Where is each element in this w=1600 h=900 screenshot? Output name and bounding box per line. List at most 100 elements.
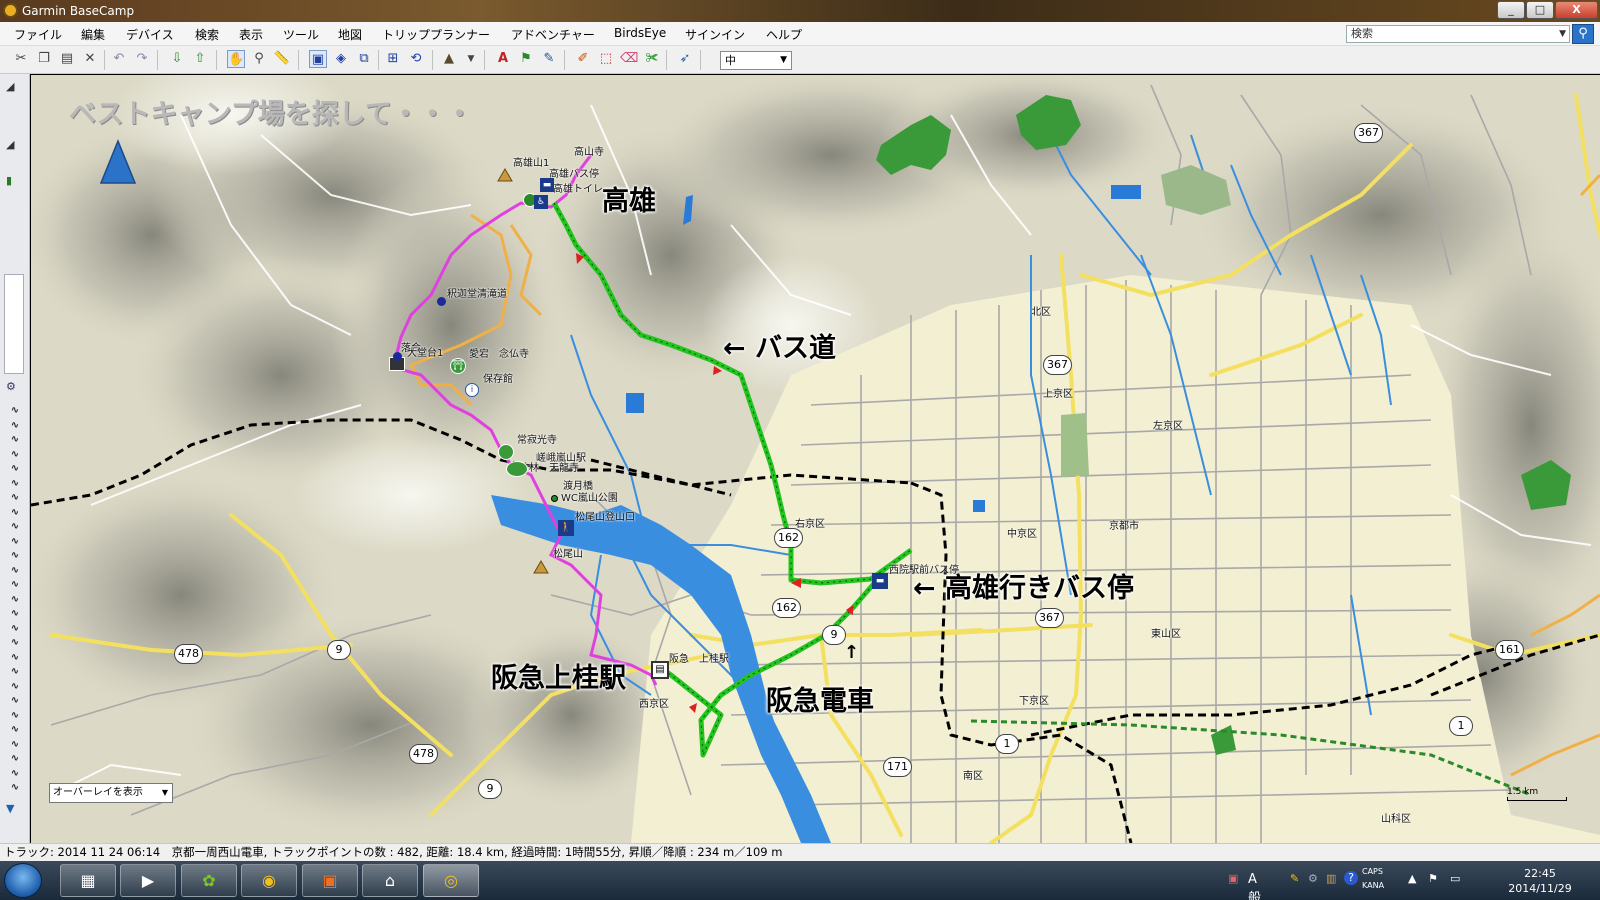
temple-icon[interactable]: ⛩ <box>450 358 466 374</box>
fit-map-icon[interactable]: ⊞ <box>384 50 402 68</box>
tray-icon[interactable]: ⚙ <box>1308 872 1318 885</box>
paste-icon[interactable]: ▤ <box>58 50 76 68</box>
receive-from-device-icon[interactable]: ⇩ <box>168 50 186 68</box>
map-canvas[interactable] <box>31 75 1600 843</box>
track-list-item-icon[interactable]: ∿ <box>7 535 23 548</box>
menu-sign-in[interactable]: サインイン <box>685 26 745 43</box>
minimize-button[interactable]: _ <box>1497 1 1525 19</box>
poi-matsuo-yama[interactable]: 松尾山 <box>553 545 583 560</box>
eraser-icon[interactable]: ⌫ <box>620 50 638 68</box>
poi-takao-toilet[interactable]: 高雄トイレ <box>553 180 603 195</box>
menu-search[interactable]: 検索 <box>195 26 219 43</box>
track-list-item-icon[interactable]: ∿ <box>7 767 23 780</box>
track-list-item-icon[interactable]: ∿ <box>7 607 23 620</box>
divide-icon[interactable]: ✀ <box>643 50 661 68</box>
poi-jojakko[interactable]: 常寂光寺 <box>517 431 557 446</box>
map-detail-select[interactable]: 中 ▼ <box>720 51 792 70</box>
maximize-button[interactable]: □ <box>1526 1 1554 19</box>
train-station-icon[interactable]: ▤ <box>651 661 669 679</box>
bus-stop-icon[interactable]: ▬ <box>540 178 554 192</box>
track-list-item-icon[interactable]: ∿ <box>7 433 23 446</box>
poi-kamikatsura-station[interactable]: 阪急 上桂駅 <box>669 650 729 665</box>
mountain-peak-icon[interactable] <box>497 168 513 182</box>
terrain-icon[interactable]: ▲ <box>440 50 458 68</box>
track-list-item-icon[interactable]: ∿ <box>7 694 23 707</box>
taskbar-clock[interactable]: 22:45 2014/11/29 <box>1490 866 1590 896</box>
search-input[interactable]: 検索 ▼ <box>1346 25 1570 43</box>
redo-icon[interactable]: ↷ <box>133 50 151 68</box>
track-list-item-icon[interactable]: ∿ <box>7 723 23 736</box>
waypoint-dot-icon[interactable] <box>393 352 402 361</box>
sync-icon[interactable]: ⟲ <box>407 50 425 68</box>
track-list-item-icon[interactable]: ∿ <box>7 680 23 693</box>
menu-birdseye[interactable]: BirdsEye <box>614 26 666 40</box>
camera-app-icon[interactable]: ⌂ <box>362 864 418 897</box>
edit-track-icon[interactable]: ✐ <box>574 50 592 68</box>
track-list-item-icon[interactable]: ∿ <box>7 549 23 562</box>
zoom-icon[interactable]: ⚲ <box>250 50 268 68</box>
folder-icon[interactable]: ▮ <box>6 174 12 187</box>
menu-map[interactable]: 地図 <box>338 26 362 43</box>
bus-stop-icon[interactable]: ▬ <box>872 573 888 589</box>
poi-matsuo-trail[interactable]: 松尾山登山口 <box>575 508 635 523</box>
poi-hozonkan[interactable]: 保存館 <box>483 370 513 385</box>
windows-start-button[interactable] <box>4 863 42 898</box>
overlay-select[interactable]: オーバーレイを表示 ▼ <box>49 783 173 803</box>
waypoint-dot-icon[interactable] <box>551 495 558 502</box>
track-list-item-icon[interactable]: ∿ <box>7 477 23 490</box>
copy-icon[interactable]: ❐ <box>35 50 53 68</box>
track-list-item-icon[interactable]: ∿ <box>7 651 23 664</box>
track-list-item-icon[interactable]: ∿ <box>7 738 23 751</box>
tray-icon[interactable]: ✎ <box>1290 872 1299 885</box>
track-list-item-icon[interactable]: ∿ <box>7 462 23 475</box>
panel-list-area[interactable] <box>4 274 24 374</box>
network-icon[interactable]: ▭ <box>1450 872 1460 885</box>
info-icon[interactable]: i <box>465 383 479 397</box>
poi-shakado[interactable]: 釈迦堂清滝道 <box>447 285 507 300</box>
chevron-down-icon[interactable]: ▼ <box>1559 26 1566 42</box>
mountain-peak-icon[interactable] <box>533 560 549 574</box>
chevron-down-icon[interactable]: ▼ <box>462 50 480 68</box>
undo-icon[interactable]: ↶ <box>110 50 128 68</box>
menu-trip-planner[interactable]: トリッププランナー <box>382 26 490 43</box>
basecamp-taskbar-icon[interactable]: ◎ <box>423 864 479 897</box>
track-list-item-icon[interactable]: ∿ <box>7 665 23 678</box>
library-panel-collapsed[interactable]: ◢ ◢ ▮ ⚙ ∿ ∿ ∿ ∿ ∿ ∿ ∿ ∿ ∿ ∿ ∿ ∿ ∿ ∿ ∿ ∿ ∿ ∿ ∿ ∿ ∿ ∿ ∿ ∿ ∿ ∿ ∿ ▼ <box>0 74 30 844</box>
track-list-item-icon[interactable]: ∿ <box>7 491 23 504</box>
poi-wc-arashiyama[interactable]: WC嵐山公園 <box>561 489 618 504</box>
menu-adventure[interactable]: アドベンチャー <box>511 26 595 43</box>
menu-device[interactable]: デバイス <box>126 26 174 43</box>
poi-ochiai-dai[interactable]: 大堂台1 <box>407 344 443 359</box>
2d-view-icon[interactable]: ▣ <box>309 50 327 68</box>
bamboo-forest-icon[interactable] <box>506 461 528 477</box>
track-list-item-icon[interactable]: ∿ <box>7 709 23 722</box>
track-list-item-icon[interactable]: ∿ <box>7 593 23 606</box>
tray-app-icon[interactable]: ▣ <box>1228 872 1238 885</box>
track-list-item-icon[interactable]: ∿ <box>7 506 23 519</box>
map-view[interactable]: ベストキャンプ場を探して・・・ 高雄 ← バス道 ← 高雄行きバス停 阪急上桂駅… <box>31 75 1600 843</box>
close-button[interactable]: X <box>1555 1 1598 19</box>
track-list-item-icon[interactable]: ∿ <box>7 520 23 533</box>
track-list-item-icon[interactable]: ∿ <box>7 419 23 432</box>
photo-app-icon[interactable]: ▣ <box>302 864 358 897</box>
track-list-item-icon[interactable]: ∿ <box>7 404 23 417</box>
3d-view-icon[interactable]: ◈ <box>332 50 350 68</box>
measure-icon[interactable]: 📏 <box>273 50 291 68</box>
geotag-icon[interactable]: ➶ <box>676 50 694 68</box>
split-view-icon[interactable]: ⧉ <box>355 50 373 68</box>
action-center-flag-icon[interactable]: ⚑ <box>1428 872 1438 885</box>
explorer-icon[interactable]: ▦ <box>60 864 116 897</box>
track-list-item-icon[interactable]: ∿ <box>7 781 23 794</box>
menu-view[interactable]: 表示 <box>239 26 263 43</box>
track-list-item-icon[interactable]: ∿ <box>7 448 23 461</box>
poi-takasan-ji[interactable]: 高山寺 <box>574 143 604 158</box>
ime-indicator[interactable]: A 般 <box>1248 872 1261 900</box>
tray-icon[interactable]: ▥ <box>1326 872 1336 885</box>
menu-help[interactable]: ヘルプ <box>766 26 802 43</box>
menu-tools[interactable]: ツール <box>283 26 319 43</box>
green-app-icon[interactable]: ✿ <box>181 864 237 897</box>
track-list-item-icon[interactable]: ∿ <box>7 578 23 591</box>
waypoint-dot-icon[interactable] <box>437 297 446 306</box>
hiker-icon[interactable]: 🚶 <box>558 520 574 536</box>
filter-icon[interactable]: ▼ <box>6 802 14 815</box>
